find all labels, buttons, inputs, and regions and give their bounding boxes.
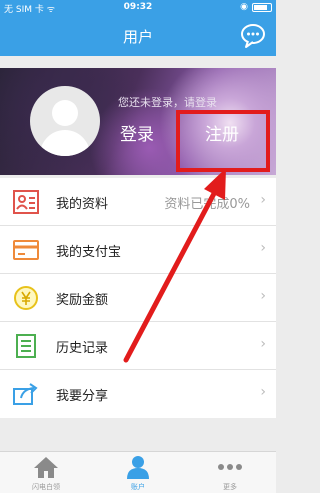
document-icon (16, 334, 36, 358)
menu-item-share[interactable]: 我要分享 › (0, 370, 276, 418)
menu-item-profile[interactable]: 我的资料 资料已完成0% › (0, 178, 276, 226)
orientation-lock-icon: ◉ (240, 2, 248, 12)
battery-icon (252, 2, 272, 12)
account-menu: 我的资料 资料已完成0% › 我的支付宝 › 奖励金额 › 历史记录 › 我要分… (0, 178, 276, 418)
tab-label: 闪电白领 (32, 483, 60, 491)
avatar-body (40, 130, 90, 156)
tab-home[interactable]: 闪电白领 (0, 452, 92, 493)
tab-more[interactable]: 更多 (184, 452, 276, 493)
login-button[interactable]: 登录 (120, 120, 154, 145)
chat-bubble-icon[interactable] (240, 23, 266, 49)
chevron-right-icon: › (260, 288, 266, 304)
card-icon (13, 240, 39, 260)
chevron-right-icon: › (260, 384, 266, 400)
menu-item-label: 历史记录 (56, 341, 109, 356)
share-icon (13, 383, 38, 405)
status-right: ◉ (240, 2, 272, 12)
tab-account[interactable]: 账户 (92, 452, 184, 493)
menu-item-label: 我要分享 (56, 389, 109, 404)
chevron-right-icon: › (260, 192, 266, 208)
menu-item-label: 我的支付宝 (56, 245, 122, 260)
clock-time: 09:32 (123, 2, 153, 12)
menu-item-alipay[interactable]: 我的支付宝 › (0, 226, 276, 274)
menu-item-rewards[interactable]: 奖励金额 › (0, 274, 276, 322)
tab-label: 更多 (223, 483, 237, 491)
status-bar: 无 SIM 卡 ᯤ 09:32 ◉ (0, 0, 276, 16)
tab-label: 账户 (131, 483, 145, 491)
tab-bar: 闪电白领 账户 更多 (0, 451, 276, 493)
page-title: 用户 (122, 28, 153, 46)
menu-item-history[interactable]: 历史记录 › (0, 322, 276, 370)
menu-item-label: 我的资料 (56, 197, 109, 212)
profile-completion: 资料已完成0% (164, 197, 250, 212)
avatar[interactable] (30, 86, 100, 156)
nav-bar: 用户 (0, 16, 276, 56)
chevron-right-icon: › (260, 336, 266, 352)
person-icon (127, 456, 149, 479)
profile-card-icon (13, 190, 39, 214)
chevron-right-icon: › (260, 240, 266, 256)
more-dots-icon (218, 464, 242, 470)
highlight-box (176, 110, 270, 172)
home-icon (34, 457, 58, 478)
yuan-coin-icon (14, 286, 38, 310)
avatar-head (52, 100, 78, 126)
login-hint: 您还未登录，请登录 (118, 96, 217, 109)
menu-item-label: 奖励金额 (56, 293, 109, 308)
